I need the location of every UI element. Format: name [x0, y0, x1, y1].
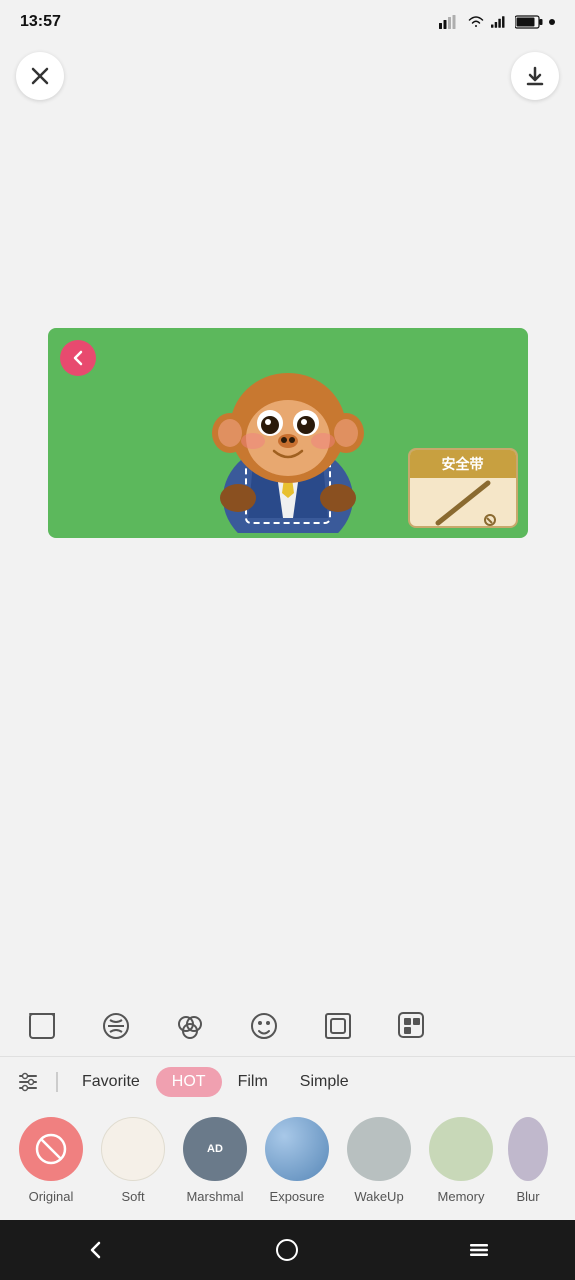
- tab-divider: [56, 1072, 58, 1092]
- tab-simple[interactable]: Simple: [284, 1067, 365, 1097]
- face-tool-button[interactable]: [242, 1004, 286, 1048]
- dot-indicator: [549, 19, 555, 25]
- filter-item-memory[interactable]: Memory: [426, 1117, 496, 1204]
- more-tool-button[interactable]: [390, 1004, 434, 1048]
- crop-tool-button[interactable]: [20, 1004, 64, 1048]
- status-time: 13:57: [20, 13, 61, 31]
- menu-nav-button[interactable]: [454, 1225, 504, 1275]
- filter-label-blur: Blur: [516, 1189, 539, 1204]
- filter-label-original: Original: [29, 1189, 74, 1204]
- filter-tabs: Favorite HOT Film Simple: [0, 1057, 575, 1107]
- seatbelt-icon: [428, 478, 498, 528]
- monkey-scene: 安全带: [48, 328, 528, 538]
- filter-tool-button[interactable]: [94, 1004, 138, 1048]
- filter-settings-button[interactable]: [16, 1070, 40, 1094]
- tool-icons-row: [0, 996, 575, 1057]
- tab-film[interactable]: Film: [222, 1067, 284, 1097]
- filter-label-soft: Soft: [121, 1189, 144, 1204]
- image-container: 安全带: [48, 328, 528, 538]
- cell-signal-icon: [491, 15, 509, 29]
- frame-tool-button[interactable]: [316, 1004, 360, 1048]
- main-content: 安全带: [0, 108, 575, 758]
- nav-bar: [0, 1220, 575, 1280]
- filter-label-wakeup: WakeUp: [354, 1189, 403, 1204]
- status-bar: 13:57: [0, 0, 575, 44]
- home-nav-icon: [275, 1238, 299, 1262]
- back-arrow-icon: [68, 348, 88, 368]
- filter-label-memory: Memory: [438, 1189, 485, 1204]
- filter-item-blur[interactable]: Blur: [508, 1117, 548, 1204]
- image-back-button[interactable]: [60, 340, 96, 376]
- menu-nav-icon: [467, 1238, 491, 1262]
- back-nav-button[interactable]: [71, 1225, 121, 1275]
- filter-label-marshmal: Marshmal: [186, 1189, 243, 1204]
- marshmal-ad-badge: AD: [207, 1143, 223, 1155]
- filter-item-marshmal[interactable]: AD Marshmal: [180, 1117, 250, 1204]
- signal-icon: [439, 15, 461, 29]
- close-icon: [31, 67, 49, 85]
- tab-hot[interactable]: HOT: [156, 1067, 222, 1097]
- wifi-icon: [467, 15, 485, 29]
- tab-favorite[interactable]: Favorite: [66, 1067, 156, 1097]
- filter-item-wakeup[interactable]: WakeUp: [344, 1117, 414, 1204]
- safety-card: 安全带: [408, 448, 518, 528]
- bottom-area: Favorite HOT Film Simple Original Soft A…: [0, 996, 575, 1220]
- safety-card-title: 安全带: [410, 450, 516, 478]
- battery-icon: [515, 15, 543, 29]
- original-filter-icon: [33, 1131, 69, 1167]
- back-nav-icon: [84, 1238, 108, 1262]
- status-icons: [439, 15, 555, 29]
- home-nav-button[interactable]: [262, 1225, 312, 1275]
- download-icon: [525, 66, 545, 86]
- safety-card-content: [428, 478, 498, 528]
- monkey-svg: [138, 333, 438, 533]
- filter-item-exposure[interactable]: Exposure: [262, 1117, 332, 1204]
- filter-items-row: Original Soft AD Marshmal Exposure WakeU…: [0, 1107, 575, 1220]
- top-bar: [0, 44, 575, 108]
- filter-item-soft[interactable]: Soft: [98, 1117, 168, 1204]
- close-button[interactable]: [16, 52, 64, 100]
- filter-label-exposure: Exposure: [270, 1189, 325, 1204]
- filter-item-original[interactable]: Original: [16, 1117, 86, 1204]
- effects-tool-button[interactable]: [168, 1004, 212, 1048]
- download-button[interactable]: [511, 52, 559, 100]
